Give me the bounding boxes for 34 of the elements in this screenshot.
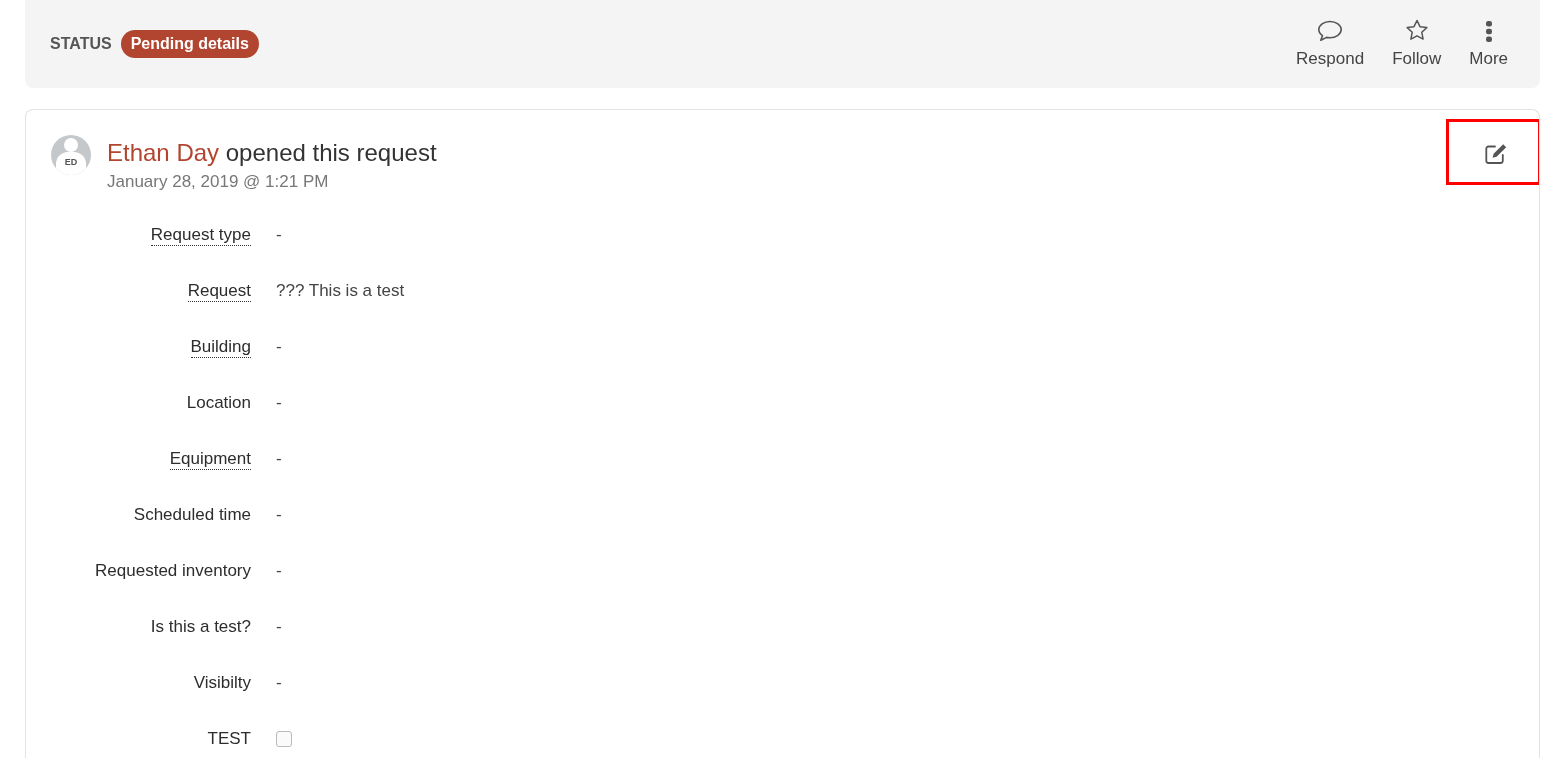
- field-value: -: [276, 617, 282, 637]
- field-label: Equipment: [169, 448, 251, 470]
- respond-button[interactable]: Respond: [1282, 19, 1379, 69]
- author-link[interactable]: Ethan Day: [107, 139, 220, 166]
- field-value: -: [276, 337, 282, 357]
- speech-bubble-icon: [1317, 20, 1344, 42]
- edit-icon: [1484, 143, 1508, 165]
- field-value: -: [276, 561, 282, 581]
- field-value: -: [276, 225, 282, 245]
- status-badge: Pending details: [120, 30, 259, 58]
- avatar-initials: ED: [56, 152, 86, 175]
- person-head-icon: [64, 138, 78, 152]
- field-label: Requested inventory: [95, 561, 251, 581]
- status-label: STATUS: [50, 35, 112, 53]
- more-button[interactable]: More: [1455, 19, 1522, 69]
- field-value: -: [276, 449, 282, 469]
- follow-button[interactable]: Follow: [1378, 19, 1456, 69]
- field-value: ??? This is a test: [276, 281, 405, 301]
- field-label: Visibilty: [193, 673, 251, 693]
- field-value: -: [276, 505, 282, 525]
- field-label: Request type: [150, 224, 251, 246]
- field-label: TEST: [207, 729, 251, 749]
- field-label: Location: [186, 393, 251, 413]
- field-label: Scheduled time: [133, 505, 251, 525]
- field-label: Building: [190, 336, 251, 358]
- request-title: Ethan Day opened this request: [107, 138, 437, 168]
- checkbox[interactable]: [276, 731, 292, 747]
- field-value: -: [276, 393, 282, 413]
- field-label: Request: [187, 280, 251, 302]
- more-icon: [1485, 21, 1492, 42]
- field-value: -: [276, 673, 282, 693]
- field-label: Is this a test?: [150, 617, 251, 637]
- star-icon: [1404, 19, 1429, 42]
- timestamp: January 28, 2019 @ 1:21 PM: [107, 172, 330, 192]
